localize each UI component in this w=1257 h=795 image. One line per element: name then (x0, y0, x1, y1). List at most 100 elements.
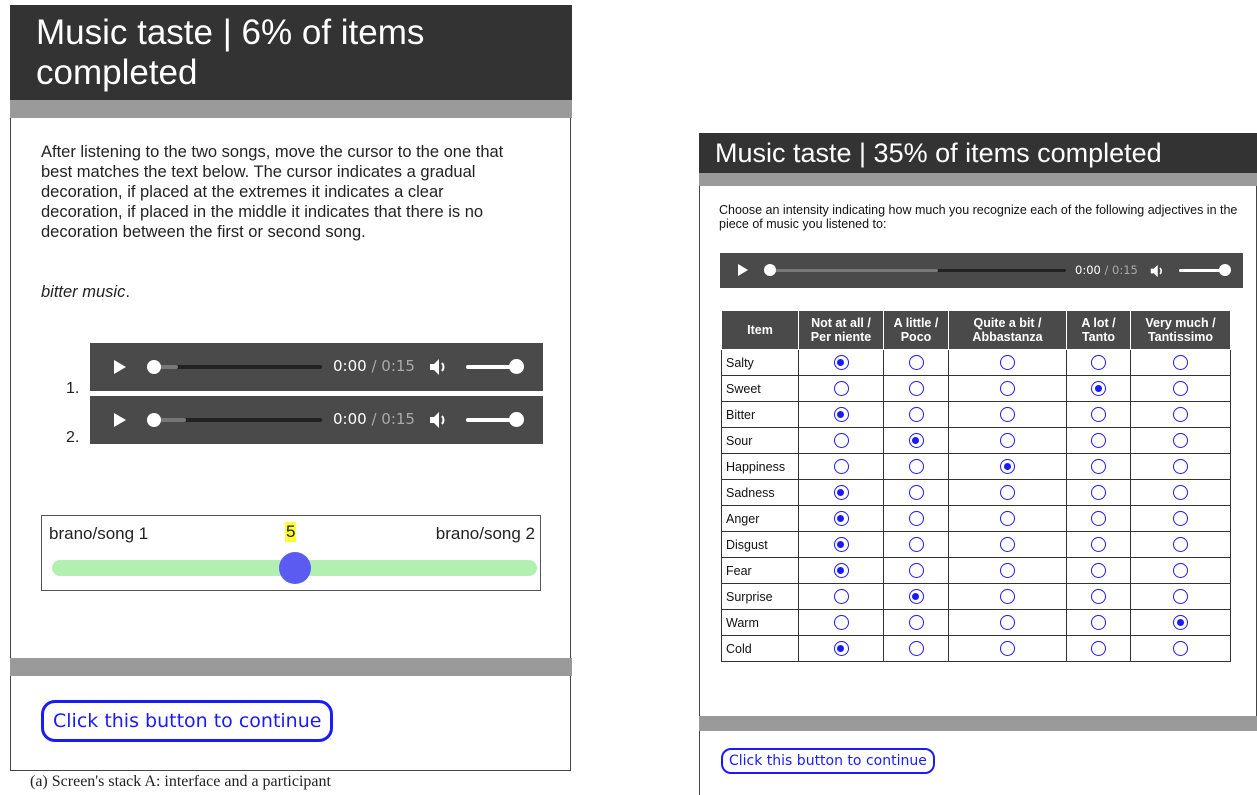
radio-button[interactable] (1000, 355, 1015, 371)
radio-button[interactable] (1000, 537, 1015, 553)
radio-button[interactable] (1000, 615, 1015, 631)
table-row: Cold (721, 635, 1231, 662)
radio-button[interactable] (833, 433, 849, 449)
play-icon[interactable] (114, 360, 126, 374)
radio-button[interactable] (833, 537, 849, 553)
radio-button[interactable] (833, 641, 849, 657)
radio-button[interactable] (1091, 589, 1106, 605)
play-icon[interactable] (738, 264, 748, 276)
rating-cell (883, 349, 949, 376)
radio-button[interactable] (1091, 459, 1106, 475)
rating-cell (883, 635, 949, 662)
row-item-label: Warm (721, 609, 799, 636)
radio-button[interactable] (908, 381, 924, 397)
radio-button[interactable] (1173, 381, 1188, 397)
radio-button[interactable] (1091, 615, 1106, 631)
radio-button[interactable] (833, 511, 849, 527)
continue-button[interactable]: Click this button to continue (41, 700, 334, 742)
radio-button[interactable] (833, 459, 849, 475)
radio-button[interactable] (1000, 381, 1015, 397)
radio-button[interactable] (833, 615, 849, 631)
right-survey-panel: Music taste | 35% of items completed Cho… (699, 133, 1257, 795)
radio-button[interactable] (908, 407, 924, 423)
radio-button[interactable] (833, 381, 849, 397)
radio-button[interactable] (908, 615, 924, 631)
seek-knob[interactable] (147, 413, 161, 427)
radio-button[interactable] (1173, 563, 1188, 579)
radio-button[interactable] (1091, 537, 1106, 553)
radio-button[interactable] (1173, 355, 1188, 371)
radio-button[interactable] (1000, 589, 1015, 605)
prompt-text: bitter music. (41, 283, 130, 302)
play-icon[interactable] (114, 413, 126, 427)
radio-button[interactable] (1091, 433, 1106, 449)
radio-button[interactable] (1173, 589, 1188, 605)
rating-cell (948, 349, 1067, 376)
volume-icon[interactable] (429, 358, 451, 376)
volume-icon[interactable] (1150, 264, 1167, 278)
continue-button[interactable]: Click this button to continue (721, 748, 935, 774)
prompt-suffix: . (125, 283, 130, 301)
radio-button[interactable] (833, 407, 849, 423)
radio-button[interactable] (1000, 485, 1015, 501)
seek-knob[interactable] (147, 360, 161, 374)
radio-button[interactable] (1000, 407, 1015, 423)
radio-button[interactable] (833, 355, 849, 371)
radio-button[interactable] (1173, 459, 1188, 475)
radio-button[interactable] (1091, 485, 1106, 501)
rating-cell (948, 635, 1067, 662)
rating-cell (883, 453, 949, 480)
radio-button[interactable] (1173, 407, 1188, 423)
radio-button[interactable] (1173, 433, 1188, 449)
radio-button[interactable] (908, 537, 924, 553)
radio-button[interactable] (833, 589, 849, 605)
radio-button[interactable] (908, 589, 924, 605)
radio-button[interactable] (1173, 537, 1188, 553)
rating-cell (798, 609, 884, 636)
slider-thumb[interactable] (278, 552, 311, 584)
radio-button[interactable] (908, 433, 924, 449)
divider (699, 173, 1257, 186)
rating-cell (883, 609, 949, 636)
row-item-label: Salty (721, 349, 799, 376)
table-row: Bitter (721, 401, 1231, 428)
radio-button[interactable] (1000, 433, 1015, 449)
volume-knob[interactable] (509, 359, 524, 374)
radio-button[interactable] (1000, 511, 1015, 527)
radio-button[interactable] (1173, 615, 1188, 631)
figure-caption: (a) Screen's stack A: interface and a pa… (30, 773, 331, 790)
radio-button[interactable] (1091, 511, 1106, 527)
volume-icon[interactable] (429, 411, 451, 429)
radio-button[interactable] (908, 485, 924, 501)
radio-button[interactable] (1091, 407, 1106, 423)
volume-knob[interactable] (1219, 264, 1231, 276)
volume-knob[interactable] (509, 412, 524, 427)
radio-button[interactable] (1091, 381, 1106, 397)
radio-button[interactable] (1091, 355, 1106, 371)
current-time: 0:00 (333, 410, 367, 428)
rating-cell (798, 531, 884, 558)
radio-button[interactable] (908, 511, 924, 527)
seek-knob[interactable] (764, 264, 776, 276)
row-item-label: Sour (721, 427, 799, 454)
radio-button[interactable] (908, 641, 924, 657)
radio-button[interactable] (833, 485, 849, 501)
radio-button[interactable] (1000, 459, 1015, 475)
radio-button[interactable] (833, 563, 849, 579)
radio-button[interactable] (1000, 563, 1015, 579)
radio-button[interactable] (1173, 485, 1188, 501)
radio-button[interactable] (1173, 511, 1188, 527)
radio-button[interactable] (908, 459, 924, 475)
radio-button[interactable] (1091, 563, 1106, 579)
rating-cell (883, 479, 949, 506)
radio-button[interactable] (1173, 641, 1188, 657)
rating-cell (948, 557, 1067, 584)
header: Music taste | 35% of items completed (699, 133, 1257, 173)
radio-button[interactable] (1091, 641, 1106, 657)
rating-cell (1130, 453, 1231, 480)
radio-button[interactable] (908, 563, 924, 579)
radio-button[interactable] (1000, 641, 1015, 657)
rating-cell (1130, 635, 1231, 662)
radio-button[interactable] (908, 355, 924, 371)
row-item-label: Fear (721, 557, 799, 584)
